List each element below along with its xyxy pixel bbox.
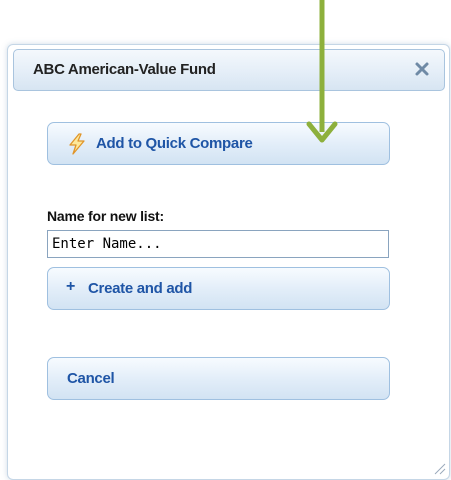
- cancel-button[interactable]: Cancel: [47, 357, 390, 400]
- add-to-list-dialog: ABC American-Value Fund Add to Quick Com…: [7, 44, 450, 480]
- new-list-name-label: Name for new list:: [47, 208, 164, 224]
- cancel-label: Cancel: [67, 370, 115, 387]
- dialog-titlebar[interactable]: ABC American-Value Fund: [13, 49, 445, 91]
- resize-grip-icon[interactable]: [432, 461, 446, 475]
- lightning-bolt-icon: [68, 133, 86, 155]
- create-and-add-label: Create and add: [88, 280, 193, 297]
- stage: ABC American-Value Fund Add to Quick Com…: [0, 0, 451, 480]
- new-list-name-input[interactable]: [47, 230, 389, 258]
- create-and-add-button[interactable]: + Create and add: [47, 267, 390, 310]
- plus-icon: +: [66, 278, 76, 295]
- close-icon[interactable]: [412, 59, 432, 79]
- add-to-quick-compare-button[interactable]: Add to Quick Compare: [47, 122, 390, 165]
- dialog-title: ABC American-Value Fund: [33, 61, 216, 78]
- add-to-quick-compare-label: Add to Quick Compare: [96, 135, 253, 152]
